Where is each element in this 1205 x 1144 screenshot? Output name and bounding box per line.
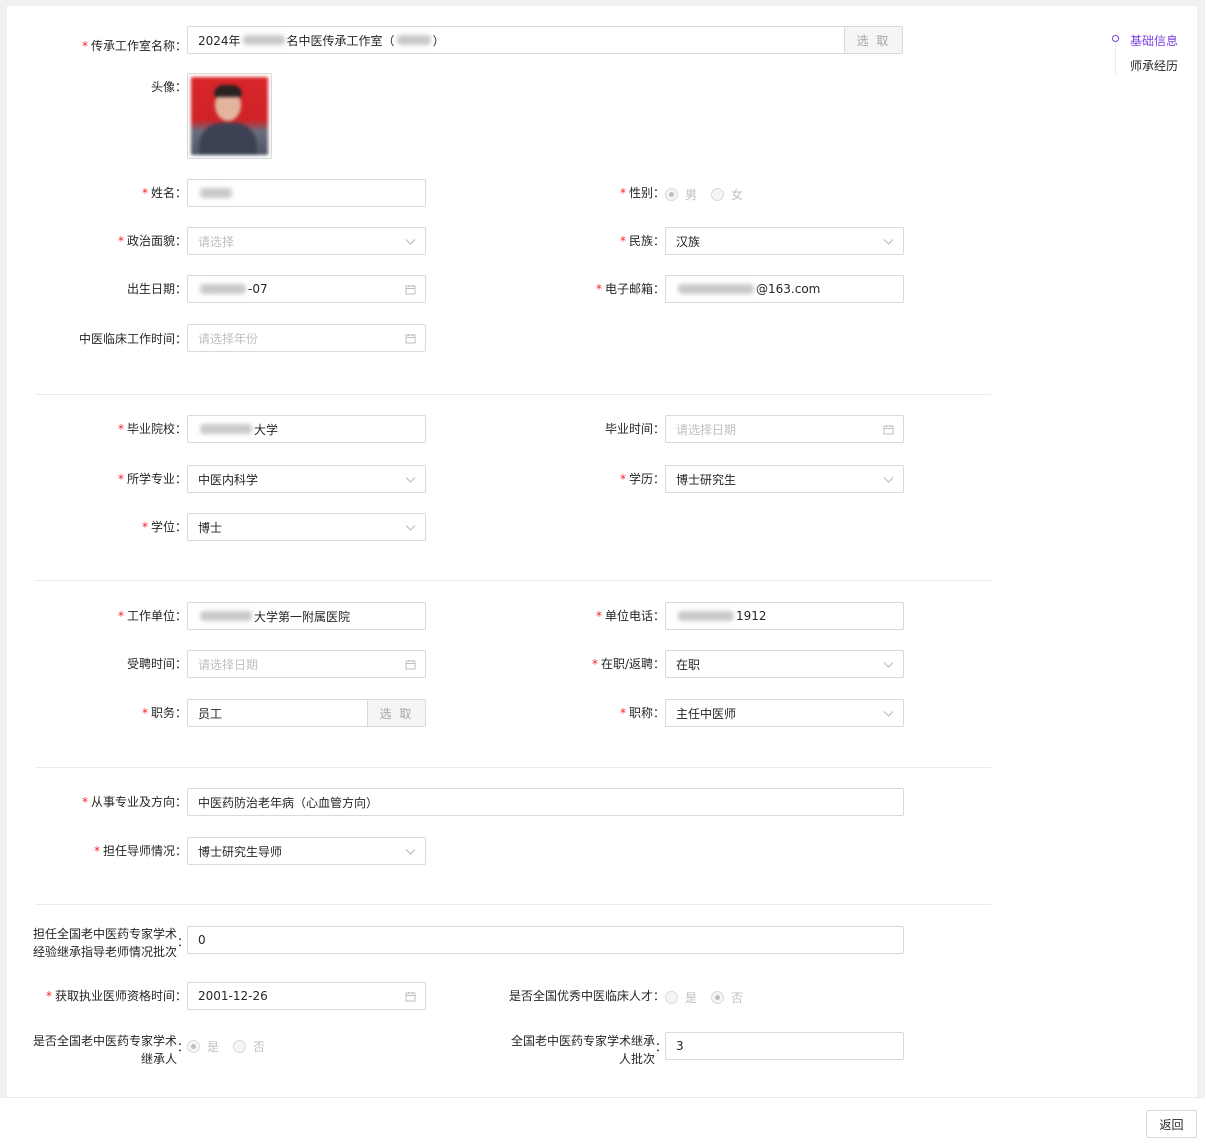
status-select[interactable]: 在职 [665,650,904,678]
section-divider [35,767,991,768]
hire-time-label: 受聘时间： [126,657,187,671]
calendar-icon [405,334,416,344]
chevron-down-icon [883,239,894,245]
position-pick-button[interactable]: 选 取 [367,700,425,726]
footer-bar: 返回 [0,1097,1205,1144]
excellent-talent-label: 是否全国优秀中医临床人才： [508,989,665,1003]
political-label: * 政治面貌： [117,234,187,248]
studio-name-label: * 传承工作室名称： [81,39,187,53]
tutor-select[interactable]: 博士研究生导师 [187,837,426,865]
chevron-down-icon [405,525,416,531]
position-field[interactable]: 员工 选 取 [187,699,426,727]
radio-unchecked[interactable] [233,1040,247,1053]
title-label: * 职称： [619,706,665,720]
chevron-down-icon [883,662,894,668]
email-label: * 电子邮箱： [595,282,665,296]
major-label: * 所学专业： [117,472,187,486]
back-button[interactable]: 返回 [1146,1110,1197,1138]
radio-checked[interactable] [665,188,678,201]
employer-input[interactable]: 大学第一附属医院 [187,602,426,630]
section-divider [35,904,991,905]
successor-label: 是否全国老中医药专家学术 继承人 [32,1034,177,1066]
phone-input[interactable]: 1912 [665,602,904,630]
direction-label: * 从事专业及方向： [81,795,187,809]
colon: ： [177,935,190,949]
mentor-batch-input[interactable]: 0 [187,926,904,954]
degree-label: * 学位： [141,520,187,534]
name-input[interactable] [187,179,426,207]
chevron-down-icon [405,239,416,245]
calendar-icon [405,285,416,295]
section-divider [35,394,991,395]
avatar-label: 头像： [150,80,187,94]
tutor-label: * 担任导师情况： [93,844,187,858]
title-select[interactable]: 主任中医师 [665,699,904,727]
studio-pick-button[interactable]: 选 取 [844,27,902,53]
ethnicity-label: * 民族： [619,234,665,248]
calendar-icon [405,660,416,670]
grad-time-label: 毕业时间： [604,422,665,436]
avatar-photo [191,77,268,155]
colon: ： [655,1040,668,1054]
excellent-option-no[interactable]: 否 [711,989,743,1006]
status-label: * 在职/返聘： [591,657,665,671]
radio-unchecked[interactable] [665,991,678,1004]
ethnicity-select[interactable]: 汉族 [665,227,904,255]
mentor-batch-label: 担任全国老中医药专家学术 经验继承指导老师情况批次 [32,927,177,959]
grad-date-picker[interactable]: 请选择日期 [665,415,904,443]
birth-label: 出生日期： [126,282,187,296]
education-label: * 学历： [619,472,665,486]
colon: ： [177,1040,190,1054]
radio-unchecked[interactable] [711,188,725,201]
radio-checked[interactable] [711,991,725,1004]
successor-option-no[interactable]: 否 [233,1038,265,1055]
gender-option-male[interactable]: 男 [665,186,697,203]
anchor-rail [1115,42,1116,76]
political-select[interactable]: 请选择 [187,227,426,255]
chevron-down-icon [883,477,894,483]
email-input[interactable]: @163.com [665,275,904,303]
anchor-active-dot [1112,35,1119,42]
anchor-item-mentorship[interactable]: 师承经历 [1130,57,1178,74]
clinical-time-label: 中医临床工作时间： [78,332,187,346]
gender-radio-group[interactable]: 男 女 [665,186,757,203]
successor-batch-label: 全国老中医药专家学术继承 人批次 [510,1034,655,1066]
anchor-item-basic-info[interactable]: 基础信息 [1130,32,1178,49]
major-select[interactable]: 中医内科学 [187,465,426,493]
name-label: * 姓名： [141,186,187,200]
form-panel: * 传承工作室名称： 2024年 名中医传承工作室（） 选 取 头像： * 姓名： *… [7,6,1197,1097]
license-date-picker[interactable]: 2001-12-26 [187,982,426,1010]
position-label: * 职务： [141,706,187,720]
clinical-year-picker[interactable]: 请选择年份 [187,324,426,352]
education-select[interactable]: 博士研究生 [665,465,904,493]
direction-input[interactable]: 中医药防治老年病（心血管方向） [187,788,904,816]
gender-label: * 性别： [619,186,665,200]
section-divider [35,580,991,581]
radio-checked[interactable] [187,1040,200,1053]
hire-date-picker[interactable]: 请选择日期 [187,650,426,678]
successor-radio-group[interactable]: 是 否 [187,1038,279,1055]
license-time-label: * 获取执业医师资格时间： [45,989,187,1003]
studio-name-field[interactable]: 2024年 名中医传承工作室（） 选 取 [187,26,903,54]
excellent-talent-radio-group[interactable]: 是 否 [665,989,757,1006]
calendar-icon [405,992,416,1002]
chevron-down-icon [405,849,416,855]
successor-batch-input[interactable]: 3 [665,1032,904,1060]
degree-select[interactable]: 博士 [187,513,426,541]
successor-option-yes[interactable]: 是 [187,1038,219,1055]
employer-label: * 工作单位： [117,609,187,623]
excellent-option-yes[interactable]: 是 [665,989,697,1006]
school-label: * 毕业院校： [117,422,187,436]
calendar-icon [883,425,894,435]
phone-label: * 单位电话： [595,609,665,623]
birth-date-picker[interactable]: -07 [187,275,426,303]
chevron-down-icon [405,477,416,483]
school-input[interactable]: 大学 [187,415,426,443]
chevron-down-icon [883,711,894,717]
avatar[interactable] [187,73,272,159]
gender-option-female[interactable]: 女 [711,186,743,203]
